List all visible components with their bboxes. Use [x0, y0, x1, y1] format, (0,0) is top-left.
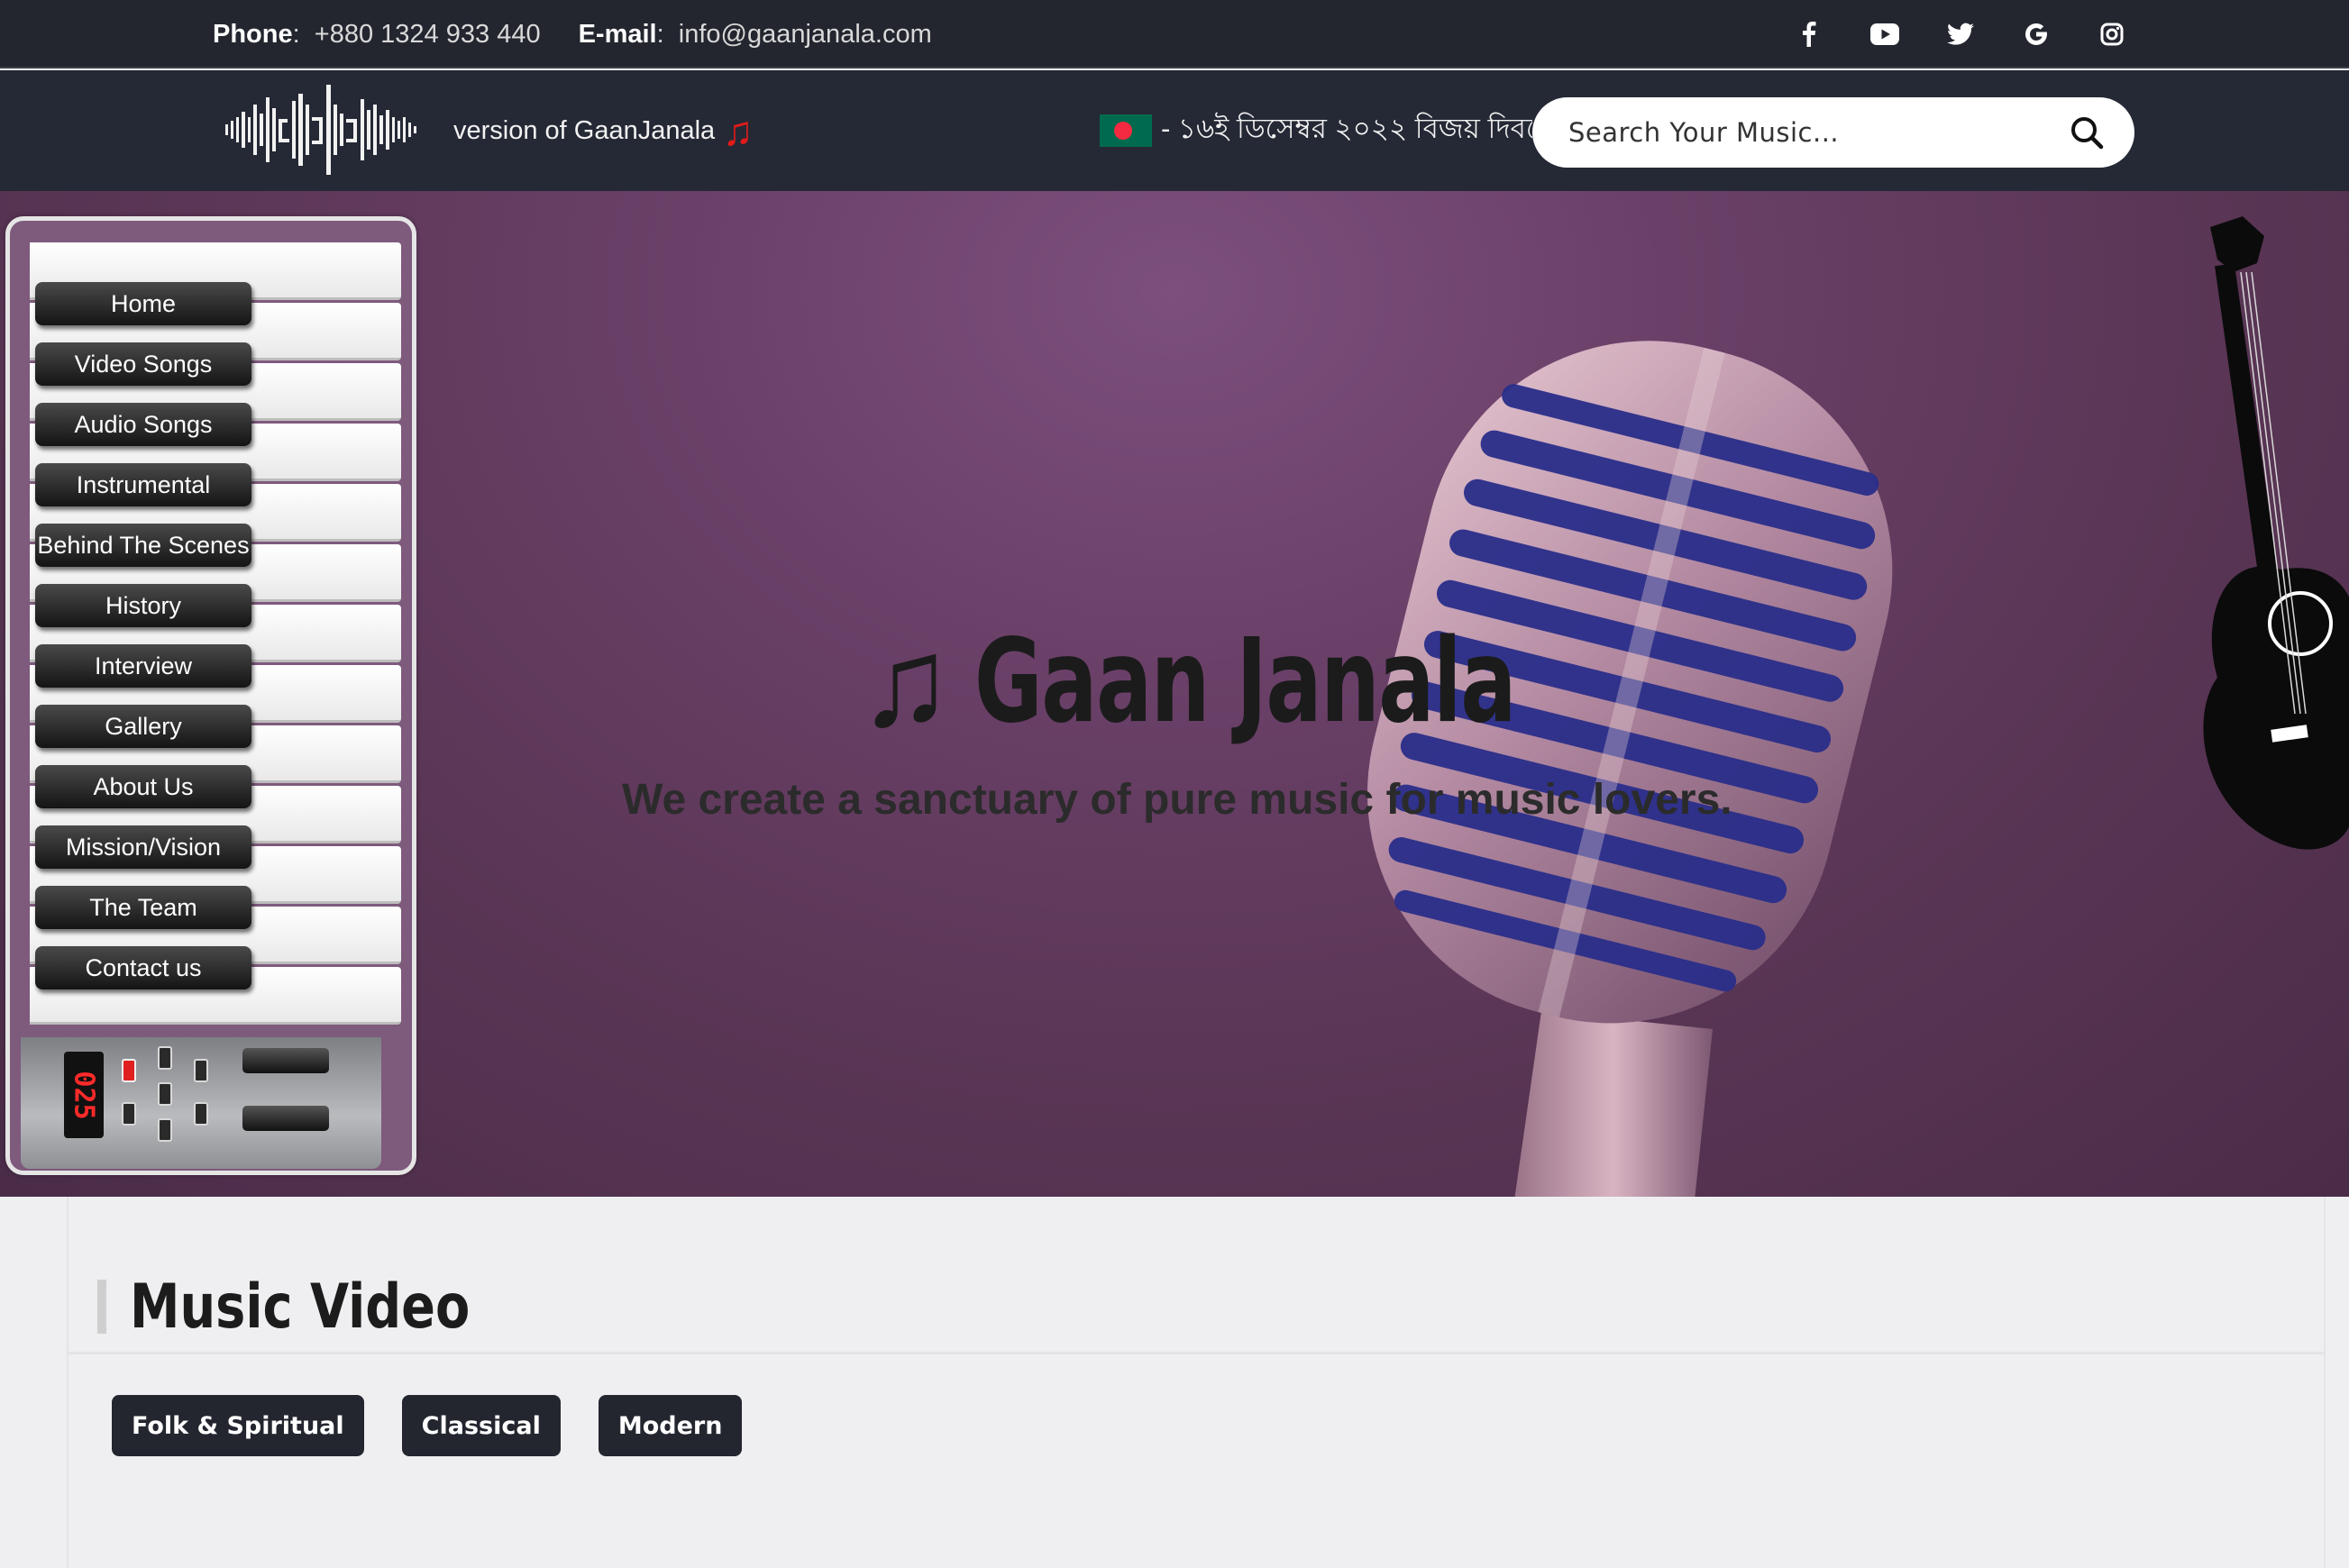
piano-button-icon: [194, 1102, 208, 1126]
email-address[interactable]: info@gaanjanala.com: [679, 20, 932, 50]
search-icon[interactable]: [2070, 115, 2104, 150]
red-button-icon: [122, 1059, 136, 1082]
section-heading: Music Video: [97, 1272, 544, 1343]
music-note-icon: ♫: [858, 610, 953, 752]
top-contact-bar: Phone : +880 1324 933 440 E-mail : info@…: [0, 0, 2349, 68]
site-logo[interactable]: [222, 77, 420, 182]
heading-accent-bar: [97, 1280, 106, 1334]
piano-fader-icon: [242, 1106, 329, 1131]
hero-brand: ♫ Gaan Janala: [858, 615, 1725, 749]
contact-info: Phone : +880 1324 933 440 E-mail : info@…: [213, 19, 932, 50]
filter-folk-spiritual-button[interactable]: Folk & Spiritual: [112, 1395, 364, 1456]
menu-item-mission-vision[interactable]: Mission/Vision: [35, 825, 251, 869]
menu-item-contact-us[interactable]: Contact us: [35, 946, 251, 989]
menu-item-home[interactable]: Home: [35, 282, 251, 325]
piano-button-icon: [122, 1102, 136, 1126]
music-video-section: Music Video Folk & Spiritual Classical M…: [67, 1197, 2326, 1568]
youtube-icon[interactable]: [1847, 0, 1923, 68]
menu-item-history[interactable]: History: [35, 584, 251, 627]
menu-item-video-songs[interactable]: Video Songs: [35, 342, 251, 386]
menu-item-gallery[interactable]: Gallery: [35, 705, 251, 748]
piano-button-icon: [158, 1046, 172, 1070]
piano-sidebar-menu: Home Video Songs Audio Songs Instrumenta…: [5, 216, 416, 1175]
ticker-right-text: - ১৬ই ডিসেম্বর ২০২২ বিজয় দিবসে: [1161, 113, 1532, 144]
piano-button-icon: [158, 1118, 172, 1142]
menu-item-instrumental[interactable]: Instrumental: [35, 463, 251, 506]
filter-modern-button[interactable]: Modern: [598, 1395, 743, 1456]
piano-display: 025: [64, 1052, 104, 1138]
hero-title: Gaan Janala: [974, 615, 1516, 749]
hero-tagline: We create a sanctuary of pure music for …: [622, 776, 1732, 824]
search-input[interactable]: Search Your Music...: [1568, 117, 1839, 148]
news-ticker-left: version of GaanJanala ♫: [453, 70, 778, 191]
guitar-image: [2203, 216, 2349, 850]
piano-button-icon: [194, 1059, 208, 1082]
facebook-icon[interactable]: [1771, 0, 1847, 68]
piano-control-panel: 025: [21, 1037, 381, 1169]
search-bar[interactable]: Search Your Music...: [1532, 97, 2134, 168]
filter-classical-button[interactable]: Classical: [401, 1395, 561, 1456]
menu-item-about-us[interactable]: About Us: [35, 765, 251, 808]
section-title: Music Video: [130, 1271, 471, 1343]
section-divider: [69, 1352, 2324, 1354]
social-links: [1771, 0, 2150, 68]
google-icon[interactable]: [1998, 0, 2074, 68]
news-ticker-right: - ১৬ই ডিসেম্বর ২০২২ বিজয় দিবসে: [1100, 70, 1532, 191]
phone-label: Phone: [213, 19, 293, 49]
bangladesh-flag-icon: [1100, 114, 1152, 147]
twitter-icon[interactable]: [1923, 0, 1998, 68]
menu-item-behind-the-scenes[interactable]: Behind The Scenes: [35, 524, 251, 567]
piano-keys: Home Video Songs Audio Songs Instrumenta…: [30, 242, 401, 1026]
menu-item-interview[interactable]: Interview: [35, 644, 251, 688]
genre-filters: Folk & Spiritual Classical Modern: [112, 1395, 743, 1456]
phone-number[interactable]: +880 1324 933 440: [315, 20, 541, 50]
menu-item-the-team[interactable]: The Team: [35, 886, 251, 929]
menu-item-audio-songs[interactable]: Audio Songs: [35, 403, 251, 446]
piano-button-icon: [158, 1082, 172, 1106]
site-header: version of GaanJanala ♫ - ১৬ই ডিসেম্বর ২…: [0, 70, 2349, 191]
ticker-left-text: version of GaanJanala: [453, 115, 716, 145]
piano-fader-icon: [242, 1048, 329, 1073]
email-label: E-mail: [578, 19, 657, 49]
music-note-icon: ♫: [722, 107, 754, 154]
instagram-icon[interactable]: [2074, 0, 2150, 68]
